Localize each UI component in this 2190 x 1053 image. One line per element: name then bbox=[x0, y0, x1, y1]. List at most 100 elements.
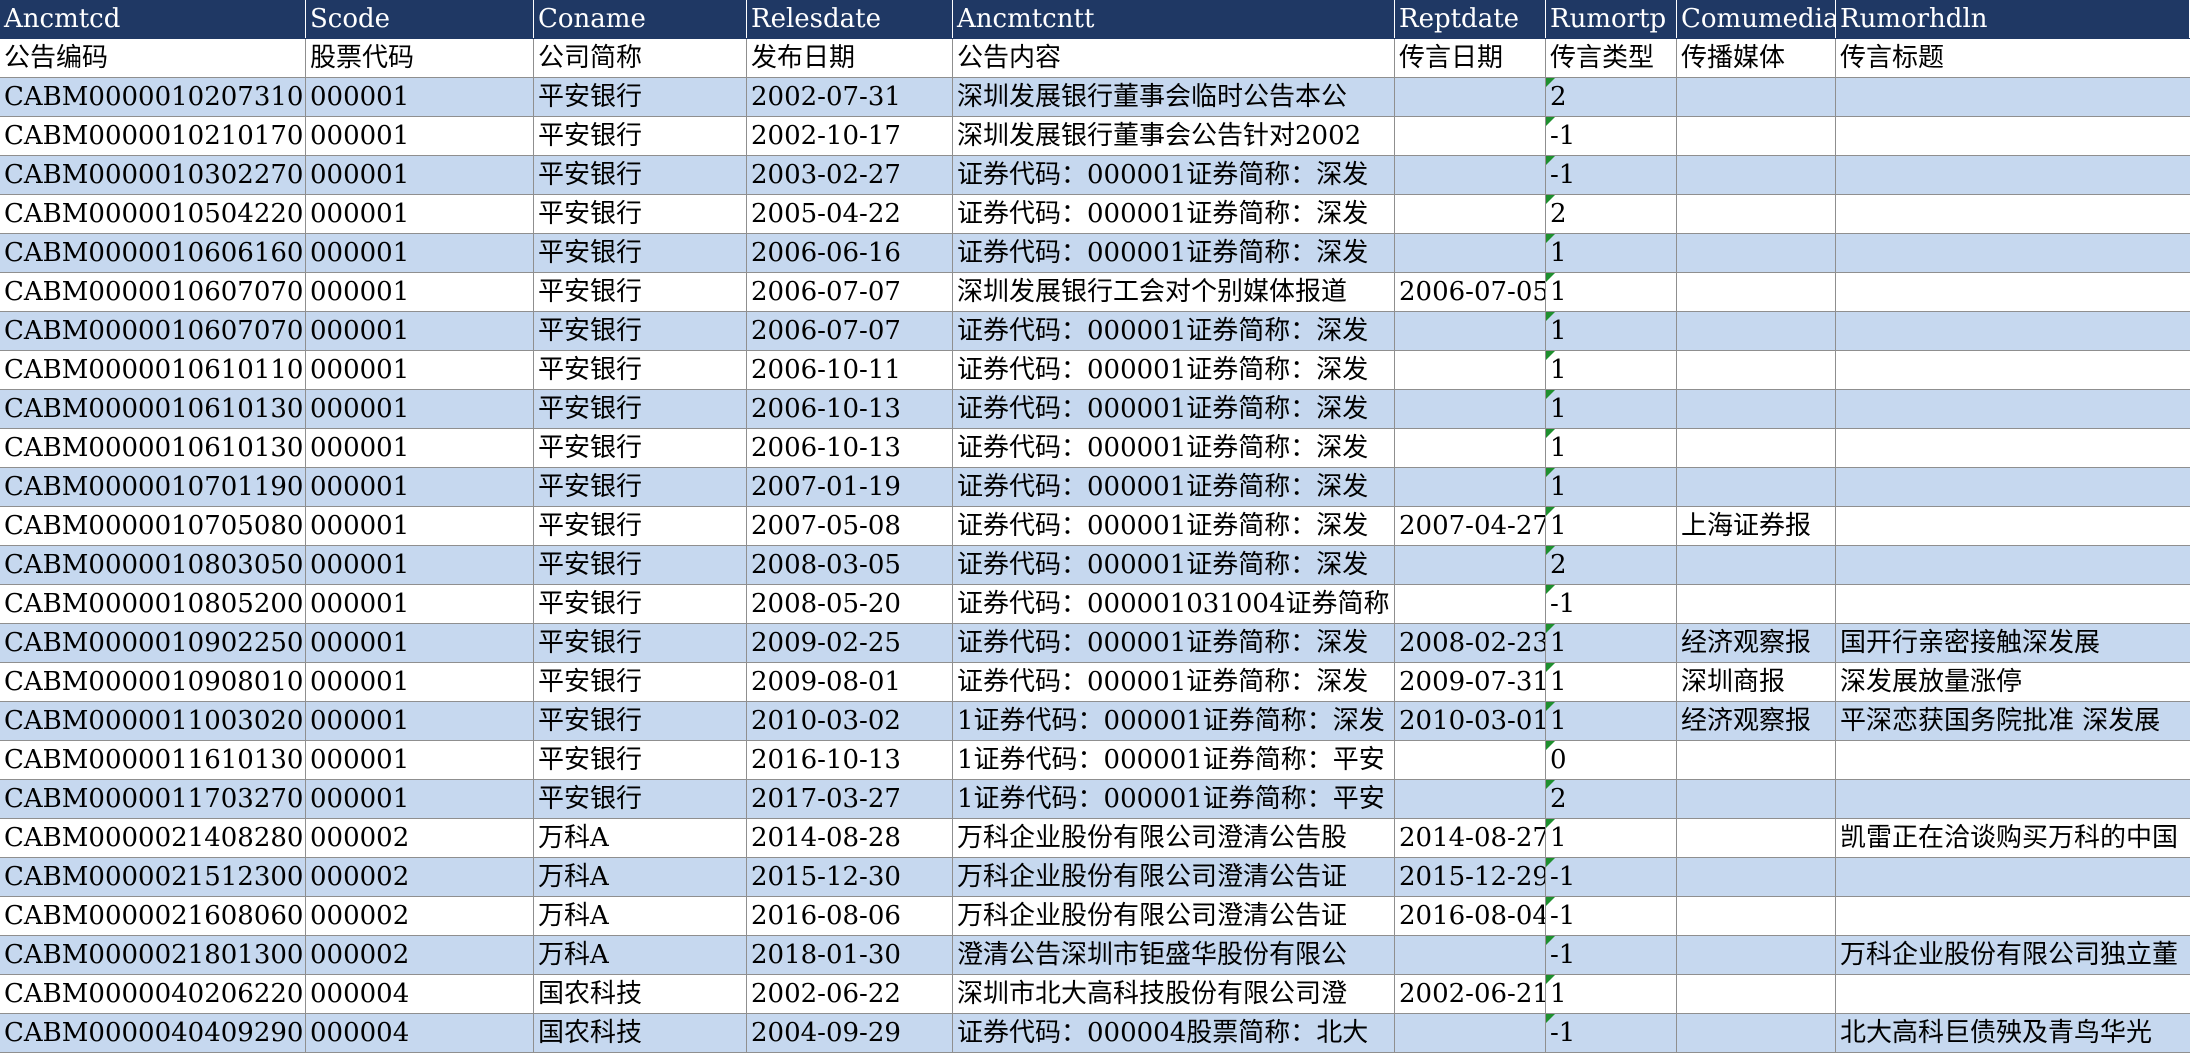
cell-rumorhdln[interactable]: 北大高科巨债殃及青鸟华光 bbox=[1836, 1014, 2190, 1052]
cell-ancmtcntt[interactable]: 证券代码：000001证券简称：深发 bbox=[953, 312, 1395, 350]
cell-ancmtcntt[interactable]: 证券代码：000001证券简称：深发 bbox=[953, 624, 1395, 662]
cell-rumortp[interactable]: 1 bbox=[1546, 351, 1677, 389]
cell-coname[interactable]: 平安银行 bbox=[534, 78, 747, 116]
cell-reptdate[interactable] bbox=[1395, 780, 1546, 818]
cell-relesdate[interactable]: 2002-06-22 bbox=[747, 975, 953, 1013]
column-label-relesdate[interactable]: 发布日期 bbox=[747, 39, 953, 77]
column-label-rumortp[interactable]: 传言类型 bbox=[1546, 39, 1677, 77]
cell-rumorhdln[interactable] bbox=[1836, 468, 2190, 506]
cell-scode[interactable]: 000004 bbox=[306, 975, 534, 1013]
cell-ancmtcntt[interactable]: 1证券代码：000001证券简称：深发 bbox=[953, 702, 1395, 740]
cell-rumortp[interactable]: -1 bbox=[1546, 936, 1677, 974]
cell-ancmtcd[interactable]: CABM000002180130001 bbox=[0, 936, 306, 974]
cell-ancmtcd[interactable]: CABM000001080520001 bbox=[0, 585, 306, 623]
cell-reptdate[interactable]: 2002-06-21 bbox=[1395, 975, 1546, 1013]
cell-ancmtcd[interactable]: CABM000001161013001 bbox=[0, 741, 306, 779]
cell-relesdate[interactable]: 2010-03-02 bbox=[747, 702, 953, 740]
cell-ancmtcd[interactable]: CABM000001170327001 bbox=[0, 780, 306, 818]
cell-rumortp[interactable]: -1 bbox=[1546, 1014, 1677, 1052]
cell-relesdate[interactable]: 2006-07-07 bbox=[747, 273, 953, 311]
cell-coname[interactable]: 平安银行 bbox=[534, 663, 747, 701]
cell-reptdate[interactable] bbox=[1395, 741, 1546, 779]
cell-ancmtcntt[interactable]: 证券代码：000001证券简称：深发 bbox=[953, 156, 1395, 194]
cell-reptdate[interactable] bbox=[1395, 78, 1546, 116]
column-label-scode[interactable]: 股票代码 bbox=[306, 39, 534, 77]
cell-reptdate[interactable]: 2016-08-04 bbox=[1395, 897, 1546, 935]
cell-coname[interactable]: 平安银行 bbox=[534, 546, 747, 584]
cell-rumorhdln[interactable]: 凯雷正在洽谈购买万科的中国 bbox=[1836, 819, 2190, 857]
cell-scode[interactable]: 000001 bbox=[306, 351, 534, 389]
cell-coname[interactable]: 平安银行 bbox=[534, 780, 747, 818]
cell-comumedia[interactable]: 经济观察报 bbox=[1677, 624, 1836, 662]
cell-scode[interactable]: 000001 bbox=[306, 468, 534, 506]
cell-relesdate[interactable]: 2006-10-13 bbox=[747, 390, 953, 428]
column-header-relesdate[interactable]: Relesdate bbox=[747, 0, 953, 38]
cell-rumorhdln[interactable] bbox=[1836, 975, 2190, 1013]
cell-comumedia[interactable] bbox=[1677, 117, 1836, 155]
cell-coname[interactable]: 平安银行 bbox=[534, 507, 747, 545]
cell-ancmtcntt[interactable]: 证券代码：000001证券简称：深发 bbox=[953, 195, 1395, 233]
cell-rumortp[interactable]: -1 bbox=[1546, 897, 1677, 935]
cell-comumedia[interactable] bbox=[1677, 1014, 1836, 1052]
cell-reptdate[interactable] bbox=[1395, 156, 1546, 194]
cell-rumortp[interactable]: 1 bbox=[1546, 312, 1677, 350]
cell-comumedia[interactable] bbox=[1677, 273, 1836, 311]
cell-reptdate[interactable] bbox=[1395, 351, 1546, 389]
cell-rumortp[interactable]: 1 bbox=[1546, 975, 1677, 1013]
cell-relesdate[interactable]: 2008-03-05 bbox=[747, 546, 953, 584]
cell-rumorhdln[interactable] bbox=[1836, 312, 2190, 350]
cell-reptdate[interactable] bbox=[1395, 1014, 1546, 1052]
cell-reptdate[interactable]: 2009-07-31 bbox=[1395, 663, 1546, 701]
cell-coname[interactable]: 平安银行 bbox=[534, 741, 747, 779]
cell-coname[interactable]: 平安银行 bbox=[534, 585, 747, 623]
cell-ancmtcd[interactable]: CABM000001100302001 bbox=[0, 702, 306, 740]
cell-rumorhdln[interactable]: 平深恋获国务院批准 深发展 bbox=[1836, 702, 2190, 740]
cell-comumedia[interactable] bbox=[1677, 897, 1836, 935]
cell-reptdate[interactable] bbox=[1395, 195, 1546, 233]
cell-scode[interactable]: 000001 bbox=[306, 702, 534, 740]
cell-reptdate[interactable]: 2010-03-01 bbox=[1395, 702, 1546, 740]
cell-rumortp[interactable]: 1 bbox=[1546, 234, 1677, 272]
cell-reptdate[interactable]: 2014-08-27 bbox=[1395, 819, 1546, 857]
cell-scode[interactable]: 000001 bbox=[306, 546, 534, 584]
cell-comumedia[interactable] bbox=[1677, 312, 1836, 350]
cell-rumortp[interactable]: -1 bbox=[1546, 156, 1677, 194]
cell-rumortp[interactable]: 1 bbox=[1546, 663, 1677, 701]
cell-comumedia[interactable] bbox=[1677, 468, 1836, 506]
cell-relesdate[interactable]: 2008-05-20 bbox=[747, 585, 953, 623]
column-label-rumorhdln[interactable]: 传言标题 bbox=[1836, 39, 2190, 77]
cell-ancmtcntt[interactable]: 万科企业股份有限公司澄清公告证 bbox=[953, 858, 1395, 896]
cell-coname[interactable]: 万科A bbox=[534, 858, 747, 896]
cell-rumortp[interactable]: -1 bbox=[1546, 117, 1677, 155]
cell-scode[interactable]: 000001 bbox=[306, 741, 534, 779]
cell-comumedia[interactable] bbox=[1677, 156, 1836, 194]
cell-rumorhdln[interactable] bbox=[1836, 546, 2190, 584]
cell-relesdate[interactable]: 2006-10-13 bbox=[747, 429, 953, 467]
column-label-comumedia[interactable]: 传播媒体 bbox=[1677, 39, 1836, 77]
cell-reptdate[interactable] bbox=[1395, 468, 1546, 506]
cell-comumedia[interactable] bbox=[1677, 78, 1836, 116]
cell-rumorhdln[interactable]: 万科企业股份有限公司独立董 bbox=[1836, 936, 2190, 974]
cell-comumedia[interactable] bbox=[1677, 858, 1836, 896]
cell-scode[interactable]: 000002 bbox=[306, 819, 534, 857]
cell-comumedia[interactable] bbox=[1677, 975, 1836, 1013]
cell-coname[interactable]: 万科A bbox=[534, 936, 747, 974]
cell-ancmtcd[interactable]: CABM000001070119001 bbox=[0, 468, 306, 506]
cell-ancmtcd[interactable]: CABM000001061013001 bbox=[0, 390, 306, 428]
cell-relesdate[interactable]: 2004-09-29 bbox=[747, 1014, 953, 1052]
cell-scode[interactable]: 000001 bbox=[306, 312, 534, 350]
cell-rumorhdln[interactable]: 国开行亲密接触深发展 bbox=[1836, 624, 2190, 662]
cell-ancmtcd[interactable]: CABM000001050422001 bbox=[0, 195, 306, 233]
cell-rumorhdln[interactable] bbox=[1836, 351, 2190, 389]
cell-ancmtcd[interactable]: CABM000002151230001 bbox=[0, 858, 306, 896]
cell-reptdate[interactable]: 2008-02-23 bbox=[1395, 624, 1546, 662]
cell-ancmtcntt[interactable]: 证券代码：000001证券简称：深发 bbox=[953, 234, 1395, 272]
cell-relesdate[interactable]: 2016-10-13 bbox=[747, 741, 953, 779]
cell-ancmtcd[interactable]: CABM000001060616001 bbox=[0, 234, 306, 272]
cell-rumortp[interactable]: -1 bbox=[1546, 858, 1677, 896]
cell-ancmtcd[interactable]: CABM000001070508001 bbox=[0, 507, 306, 545]
cell-reptdate[interactable] bbox=[1395, 429, 1546, 467]
cell-scode[interactable]: 000001 bbox=[306, 234, 534, 272]
cell-scode[interactable]: 000001 bbox=[306, 156, 534, 194]
cell-rumortp[interactable]: 1 bbox=[1546, 819, 1677, 857]
